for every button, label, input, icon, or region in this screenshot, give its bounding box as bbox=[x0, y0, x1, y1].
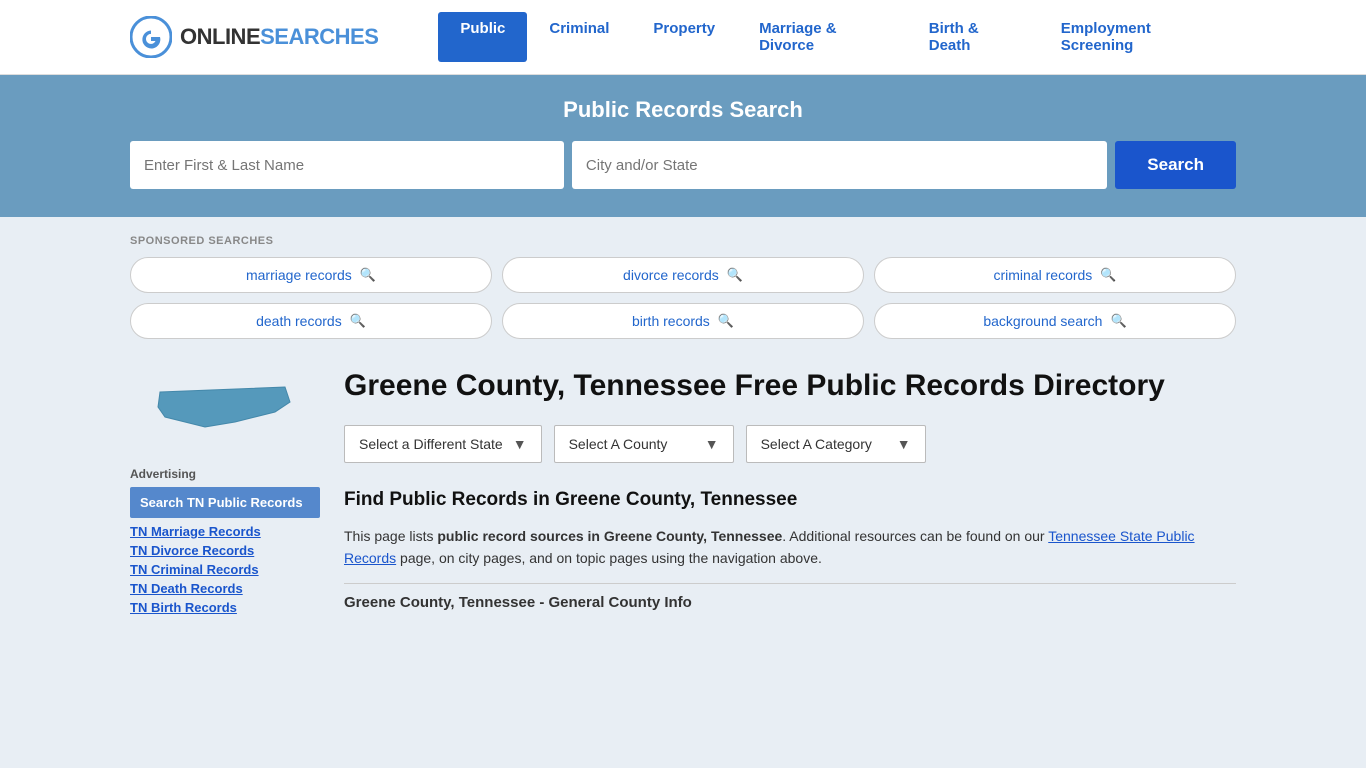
sidebar: Advertising Search TN Public Records TN … bbox=[130, 367, 320, 619]
search-icon-divorce: 🔍 bbox=[727, 267, 743, 283]
sponsored-label: SPONSORED SEARCHES bbox=[130, 235, 1236, 247]
section-heading: Find Public Records in Greene County, Te… bbox=[344, 489, 1236, 511]
name-input[interactable] bbox=[130, 141, 564, 189]
nav-employment[interactable]: Employment Screening bbox=[1039, 12, 1236, 62]
state-dropdown[interactable]: Select a Different State ▼ bbox=[344, 425, 542, 463]
search-icon-criminal: 🔍 bbox=[1100, 267, 1116, 283]
county-dropdown-label: Select A County bbox=[569, 436, 668, 452]
sidebar-link-marriage[interactable]: TN Marriage Records bbox=[130, 524, 320, 539]
site-header: ONLINESEARCHES Public Criminal Property … bbox=[0, 0, 1366, 75]
search-button[interactable]: Search bbox=[1115, 141, 1236, 189]
nav-public[interactable]: Public bbox=[438, 12, 527, 62]
sidebar-link-divorce[interactable]: TN Divorce Records bbox=[130, 543, 320, 558]
sidebar-link-birth[interactable]: TN Birth Records bbox=[130, 600, 320, 615]
nav-property[interactable]: Property bbox=[631, 12, 737, 62]
sponsored-tag-criminal[interactable]: criminal records 🔍 bbox=[874, 257, 1236, 293]
state-dropdown-label: Select a Different State bbox=[359, 436, 503, 452]
nav-criminal[interactable]: Criminal bbox=[527, 12, 631, 62]
category-dropdown[interactable]: Select A Category ▼ bbox=[746, 425, 926, 463]
search-bar: Search bbox=[130, 141, 1236, 189]
search-icon-background: 🔍 bbox=[1110, 313, 1126, 329]
sponsored-tag-background[interactable]: background search 🔍 bbox=[874, 303, 1236, 339]
advertising-label: Advertising bbox=[130, 467, 320, 481]
sponsored-tag-divorce[interactable]: divorce records 🔍 bbox=[502, 257, 864, 293]
sponsored-tag-death[interactable]: death records 🔍 bbox=[130, 303, 492, 339]
nav-marriage-divorce[interactable]: Marriage & Divorce bbox=[737, 12, 907, 62]
logo-text: ONLINESEARCHES bbox=[180, 24, 378, 50]
category-dropdown-label: Select A Category bbox=[761, 436, 872, 452]
section-body: This page lists public record sources in… bbox=[344, 525, 1236, 570]
right-content: Greene County, Tennessee Free Public Rec… bbox=[344, 367, 1236, 611]
county-dropdown[interactable]: Select A County ▼ bbox=[554, 425, 734, 463]
advertising-section: Advertising Search TN Public Records TN … bbox=[130, 467, 320, 615]
ad-search-tn[interactable]: Search TN Public Records bbox=[130, 487, 320, 518]
main-section: Advertising Search TN Public Records TN … bbox=[130, 367, 1236, 619]
county-info-heading: Greene County, Tennessee - General Count… bbox=[344, 583, 1236, 611]
hero-banner: Public Records Search Search bbox=[0, 75, 1366, 217]
search-icon-marriage: 🔍 bbox=[360, 267, 376, 283]
search-icon-birth: 🔍 bbox=[718, 313, 734, 329]
county-dropdown-chevron: ▼ bbox=[705, 436, 719, 452]
state-dropdown-chevron: ▼ bbox=[513, 436, 527, 452]
page-title: Greene County, Tennessee Free Public Rec… bbox=[344, 367, 1236, 405]
logo-icon bbox=[130, 16, 172, 58]
main-nav: Public Criminal Property Marriage & Divo… bbox=[438, 12, 1236, 62]
sponsored-tag-birth[interactable]: birth records 🔍 bbox=[502, 303, 864, 339]
hero-title: Public Records Search bbox=[130, 97, 1236, 123]
tn-map bbox=[130, 367, 320, 447]
sponsored-tag-marriage[interactable]: marriage records 🔍 bbox=[130, 257, 492, 293]
content-wrapper: SPONSORED SEARCHES marriage records 🔍 di… bbox=[0, 217, 1366, 649]
dropdowns-row: Select a Different State ▼ Select A Coun… bbox=[344, 425, 1236, 463]
sponsored-grid: marriage records 🔍 divorce records 🔍 cri… bbox=[130, 257, 1236, 339]
logo[interactable]: ONLINESEARCHES bbox=[130, 16, 378, 58]
category-dropdown-chevron: ▼ bbox=[897, 436, 911, 452]
search-icon-death: 🔍 bbox=[350, 313, 366, 329]
location-input[interactable] bbox=[572, 141, 1107, 189]
nav-birth-death[interactable]: Birth & Death bbox=[907, 12, 1039, 62]
sidebar-link-death[interactable]: TN Death Records bbox=[130, 581, 320, 596]
sidebar-link-criminal[interactable]: TN Criminal Records bbox=[130, 562, 320, 577]
